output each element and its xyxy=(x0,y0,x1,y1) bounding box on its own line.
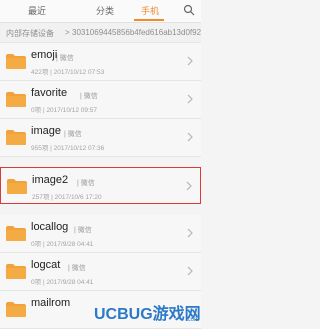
folder-count: 955项 xyxy=(31,145,49,152)
watermark-text: UCBUG游戏网 xyxy=(94,306,201,323)
folder-app-tag: | 微信 xyxy=(77,180,95,187)
folder-date: 2017/9/28 04:41 xyxy=(46,241,94,248)
folder-name: locallog xyxy=(31,221,69,233)
tab-category[interactable]: 分类 xyxy=(96,4,114,17)
folder-app-tag: | 微信 xyxy=(64,131,82,138)
watermark-domain: .com xyxy=(185,317,199,323)
folder-date: 2017/10/12 07:36 xyxy=(53,145,105,152)
folder-count: 0项 xyxy=(31,107,42,114)
tab-bar: 最近 分类 手机 xyxy=(0,0,201,23)
list-item[interactable]: image2 | 微信 257项 | 2017/10/6 17:20 xyxy=(0,167,201,204)
folder-name: logcat xyxy=(31,259,61,271)
folder-meta: 955项 | 2017/10/12 07:36 xyxy=(31,142,104,152)
folder-meta: 422项 | 2017/10/12 07:53 xyxy=(31,66,104,76)
folder-icon xyxy=(6,130,26,145)
chevron-right-icon xyxy=(187,266,193,276)
folder-meta: 257项 | 2017/10/6 17:20 xyxy=(32,191,102,201)
folder-date: 2017/10/6 17:20 xyxy=(54,194,102,201)
tab-phone[interactable]: 手机 xyxy=(141,4,159,17)
folder-icon xyxy=(6,54,26,69)
folder-icon xyxy=(6,92,26,107)
folder-meta: 0项 | 2017/9/28 04:41 xyxy=(31,276,93,286)
breadcrumb-root[interactable]: 内部存储设备 xyxy=(6,28,54,39)
breadcrumb-current[interactable]: 3031069445856b4fed616ab13d0f92 xyxy=(72,28,201,37)
folder-name: image2 xyxy=(32,174,69,186)
folder-icon xyxy=(6,264,26,279)
folder-count: 257项 xyxy=(32,194,50,201)
chevron-right-icon xyxy=(187,56,193,66)
folder-count: 0项 xyxy=(31,241,42,248)
breadcrumb: 内部存储设备 > 3031069445856b4fed616ab13d0f92 xyxy=(0,23,201,43)
breadcrumb-separator: > xyxy=(65,28,70,37)
folder-app-tag: | 微信 xyxy=(74,227,92,234)
tab-recent[interactable]: 最近 xyxy=(28,4,46,17)
chevron-right-icon xyxy=(187,94,193,104)
chevron-right-icon xyxy=(187,132,193,142)
folder-date: 2017/10/12 07:53 xyxy=(53,69,105,76)
folder-meta: 0项 | 2017/10/12 09:57 xyxy=(31,104,97,114)
folder-icon xyxy=(7,179,27,194)
list-item[interactable]: image | 微信 955项 | 2017/10/12 07:36 xyxy=(0,119,201,157)
list-item[interactable]: logcat | 微信 0项 | 2017/9/28 04:41 xyxy=(0,253,201,291)
folder-icon xyxy=(6,302,26,317)
folder-name: emoji xyxy=(31,49,58,61)
search-icon[interactable] xyxy=(183,4,195,16)
folder-count: 422项 xyxy=(31,69,49,76)
watermark: UCBUG游戏网 .com xyxy=(94,297,201,323)
folder-date: 2017/10/12 09:57 xyxy=(46,107,98,114)
folder-count: 0项 xyxy=(31,279,42,286)
chevron-right-icon xyxy=(187,228,193,238)
folder-name: mailrom xyxy=(31,297,71,309)
folder-name: image xyxy=(31,125,61,137)
folder-app-tag: | 微信 xyxy=(68,265,86,272)
folder-name: favorite xyxy=(31,87,68,99)
folder-date: 2017/9/28 04:41 xyxy=(46,279,94,286)
folder-meta: 0项 | 2017/9/28 04:41 xyxy=(31,238,93,248)
folder-app-tag: | 微信 xyxy=(80,93,98,100)
list-item[interactable]: favorite | 微信 0项 | 2017/10/12 09:57 xyxy=(0,81,201,119)
folder-icon xyxy=(6,226,26,241)
list-item[interactable]: emoji | 微信 422项 | 2017/10/12 07:53 xyxy=(0,43,201,81)
folder-app-tag: | 微信 xyxy=(56,55,74,62)
list-item[interactable]: locallog | 微信 0项 | 2017/9/28 04:41 xyxy=(0,215,201,253)
active-tab-indicator xyxy=(134,19,164,21)
chevron-right-icon xyxy=(186,181,192,191)
